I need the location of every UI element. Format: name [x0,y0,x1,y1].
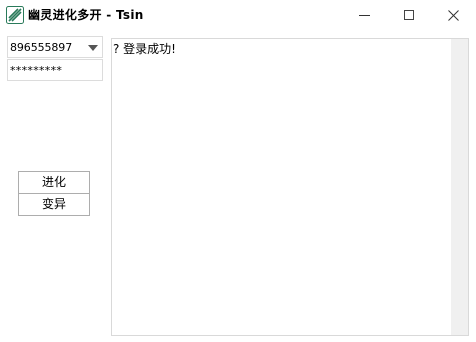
log-text: ? 登录成功! [113,42,176,56]
account-combobox[interactable]: 896555897 [7,36,103,58]
app-logo-icon [6,6,24,24]
window-title: 幽灵进化多开 - Tsin [28,8,144,22]
log-textarea[interactable]: ? 登录成功! [111,38,469,336]
minimize-button[interactable] [341,0,387,30]
password-field[interactable]: ********* [7,59,103,81]
mutate-button[interactable]: 变异 [18,193,90,216]
title-bar: 幽灵进化多开 - Tsin [0,0,476,30]
password-value: ********* [10,64,63,77]
evolve-button[interactable]: 进化 [18,171,90,194]
dropdown-arrow-icon[interactable] [88,45,98,51]
close-button[interactable] [430,0,476,30]
maximize-icon [404,10,414,20]
maximize-button[interactable] [386,0,432,30]
minimize-icon [358,14,370,16]
close-icon [447,9,459,21]
account-value: 896555897 [10,41,73,54]
vertical-scrollbar[interactable] [451,39,468,335]
